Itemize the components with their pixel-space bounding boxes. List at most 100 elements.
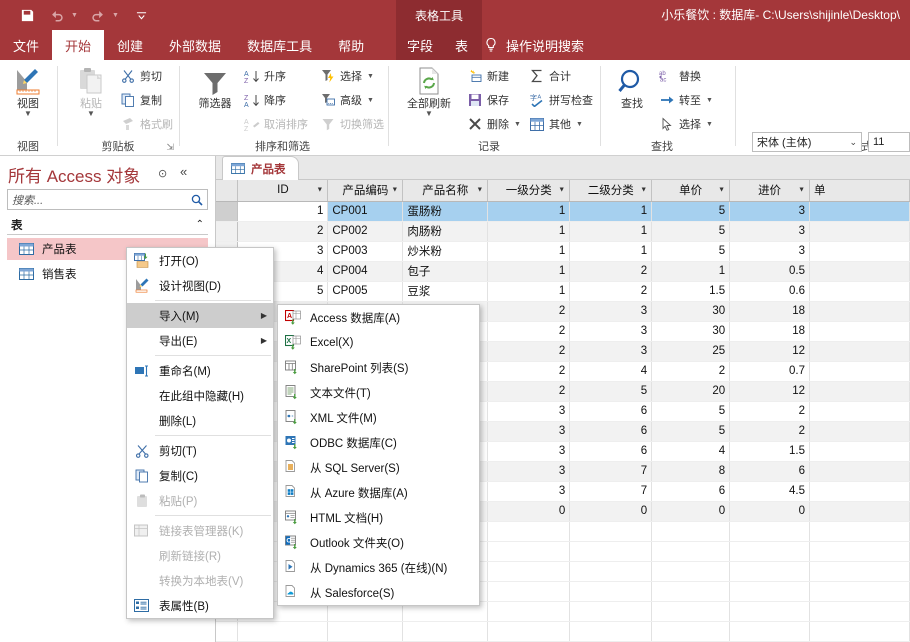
table-row[interactable]: 2 CP002 肉肠粉 1 1 5 3 bbox=[216, 221, 910, 242]
cell-price[interactable]: 5 bbox=[651, 401, 731, 422]
tab-fields[interactable]: 字段 bbox=[396, 30, 444, 60]
menu-item-open[interactable]: 打开(O) bbox=[127, 248, 273, 273]
cell-category2[interactable]: 1 bbox=[569, 201, 653, 222]
tab-file[interactable]: 文件 bbox=[0, 30, 52, 60]
tab-external-data[interactable]: 外部数据 bbox=[156, 30, 234, 60]
menu-item-table-properties[interactable]: 表属性(B) bbox=[127, 593, 273, 618]
cell-unit[interactable] bbox=[809, 441, 910, 462]
cut-button[interactable]: 剪切 bbox=[120, 68, 162, 84]
cell-category1[interactable]: 1 bbox=[487, 221, 571, 242]
undo-icon[interactable] bbox=[44, 2, 70, 28]
column-header-code[interactable]: 产品编码 ▼ bbox=[327, 180, 404, 202]
cell-category1[interactable]: 3 bbox=[487, 461, 571, 482]
cell-id[interactable]: 2 bbox=[237, 221, 329, 242]
cell-cost[interactable]: 18 bbox=[729, 301, 811, 322]
view-dropdown-icon[interactable]: ▼ bbox=[24, 110, 32, 118]
column-header-cost[interactable]: 进价 ▼ bbox=[729, 180, 811, 202]
menu-item-hide-in-group[interactable]: 在此组中隐藏(H) bbox=[127, 383, 273, 408]
cell-price[interactable]: 6 bbox=[651, 481, 731, 502]
undo-dropdown-icon[interactable]: ▼ bbox=[71, 12, 78, 19]
select-all-corner[interactable] bbox=[216, 180, 239, 202]
cell-category1[interactable]: 0 bbox=[487, 501, 571, 522]
save-record-button[interactable]: 保存 bbox=[467, 92, 509, 108]
cell-code[interactable]: CP005 bbox=[327, 281, 404, 302]
cell-unit[interactable] bbox=[809, 481, 910, 502]
submenu-item-text-file[interactable]: 文本文件(T) bbox=[278, 380, 479, 405]
cell-category1[interactable]: 2 bbox=[487, 341, 571, 362]
cell-category2[interactable]: 3 bbox=[569, 301, 653, 322]
cell-price[interactable]: 1 bbox=[651, 261, 731, 282]
cell-price[interactable]: 8 bbox=[651, 461, 731, 482]
cell-category2[interactable]: 2 bbox=[569, 261, 653, 282]
chevron-down-icon[interactable]: ⌄ bbox=[849, 137, 857, 148]
context-menu[interactable]: 打开(O) 设计视图(D) 导入(M) ▶ 导出(E) ▶ 重命名(M) 在此组… bbox=[126, 247, 274, 619]
chevron-down-icon[interactable]: ▼ bbox=[391, 187, 398, 194]
cell-cost[interactable]: 1.5 bbox=[729, 441, 811, 462]
cell-category1[interactable]: 2 bbox=[487, 361, 571, 382]
spelling-button[interactable]: 字A 拼写检查 bbox=[529, 92, 593, 108]
import-submenu[interactable]: A Access 数据库(A) X Excel(X) SharePoint 列表… bbox=[277, 304, 480, 606]
cell-category2[interactable]: 4 bbox=[569, 361, 653, 382]
cell-cost[interactable]: 3 bbox=[729, 201, 811, 222]
cell-unit[interactable] bbox=[809, 201, 910, 222]
cell-code[interactable]: CP001 bbox=[327, 201, 404, 222]
cell-category2[interactable]: 3 bbox=[569, 321, 653, 342]
cell-category1[interactable]: 1 bbox=[487, 241, 571, 262]
table-row[interactable]: 5 CP005 豆浆 1 2 1.5 0.6 bbox=[216, 281, 910, 302]
cell-price[interactable]: 5 bbox=[651, 221, 731, 242]
sort-ascending-button[interactable]: AZ 升序 bbox=[244, 68, 286, 84]
goto-button[interactable]: 转至 ▼ bbox=[659, 92, 713, 108]
cell-cost[interactable]: 3 bbox=[729, 241, 811, 262]
cell-category1[interactable]: 1 bbox=[487, 201, 571, 222]
advanced-button[interactable]: 高级 ▼ bbox=[320, 92, 374, 108]
cell-unit[interactable] bbox=[809, 221, 910, 242]
table-row[interactable]: 1 CP001 蛋肠粉 1 1 5 3 bbox=[216, 201, 910, 222]
submenu-item-outlook-folder[interactable]: O Outlook 文件夹(O) bbox=[278, 530, 479, 555]
cell-category2[interactable]: 0 bbox=[569, 501, 653, 522]
cell-category2[interactable]: 7 bbox=[569, 461, 653, 482]
cell-unit[interactable] bbox=[809, 501, 910, 522]
clear-sort-button[interactable]: AZ 取消排序 bbox=[244, 116, 308, 132]
collapse-nav-pane-icon[interactable]: « bbox=[180, 164, 187, 179]
cell-category2[interactable]: 1 bbox=[569, 241, 653, 262]
chevron-up-icon[interactable]: ⌃ bbox=[196, 219, 204, 230]
cell-id[interactable]: 1 bbox=[237, 201, 329, 222]
copy-button[interactable]: 复制 bbox=[120, 92, 162, 108]
cell-unit[interactable] bbox=[809, 461, 910, 482]
sort-descending-button[interactable]: ZA 降序 bbox=[244, 92, 286, 108]
refresh-all-dropdown-icon[interactable]: ▼ bbox=[425, 110, 433, 118]
column-header-id[interactable]: ID ▼ bbox=[237, 180, 329, 202]
menu-item-rename[interactable]: 重命名(M) bbox=[127, 358, 273, 383]
filter-button[interactable]: 筛选器 bbox=[188, 70, 242, 110]
find-button[interactable]: 查找 bbox=[605, 68, 659, 110]
font-name-combo[interactable]: 宋体 (主体) ⌄ bbox=[752, 132, 862, 152]
cell-category1[interactable]: 3 bbox=[487, 401, 571, 422]
cell-price[interactable]: 5 bbox=[651, 421, 731, 442]
tab-database-tools[interactable]: 数据库工具 bbox=[234, 30, 325, 60]
delete-record-button[interactable]: 删除 ▼ bbox=[467, 116, 521, 132]
paste-dropdown-icon[interactable]: ▼ bbox=[87, 110, 95, 118]
cell-unit[interactable] bbox=[809, 261, 910, 282]
nav-group-tables[interactable]: 表 ⌃ bbox=[7, 215, 208, 235]
format-painter-button[interactable]: 格式刷 bbox=[120, 116, 173, 132]
selection-dropdown-icon[interactable]: ▼ bbox=[367, 73, 374, 80]
cell-category2[interactable]: 5 bbox=[569, 381, 653, 402]
cell-cost[interactable]: 12 bbox=[729, 341, 811, 362]
submenu-item-azure-db[interactable]: 从 Azure 数据库(A) bbox=[278, 480, 479, 505]
submenu-item-salesforce[interactable]: 从 Salesforce(S) bbox=[278, 580, 479, 605]
column-header-cat2[interactable]: 二级分类 ▼ bbox=[569, 180, 653, 202]
submenu-item-excel[interactable]: X Excel(X) bbox=[278, 330, 479, 355]
cell-name[interactable]: 肉肠粉 bbox=[402, 221, 489, 242]
cell-category1[interactable]: 3 bbox=[487, 421, 571, 442]
cell-code[interactable]: CP003 bbox=[327, 241, 404, 262]
cell-cost[interactable]: 2 bbox=[729, 401, 811, 422]
submenu-item-html-doc[interactable]: HTML 文档(H) bbox=[278, 505, 479, 530]
submenu-item-access-db[interactable]: A Access 数据库(A) bbox=[278, 305, 479, 330]
tab-help[interactable]: 帮助 bbox=[325, 30, 377, 60]
cell-name[interactable]: 炒米粉 bbox=[402, 241, 489, 262]
paste-button[interactable]: 粘贴 ▼ bbox=[64, 66, 118, 118]
menu-item-import[interactable]: 导入(M) ▶ bbox=[127, 303, 273, 328]
cell-category1[interactable]: 1 bbox=[487, 281, 571, 302]
more-button[interactable]: 其他 ▼ bbox=[529, 116, 583, 132]
chevron-down-icon[interactable]: ▼ bbox=[640, 187, 647, 194]
